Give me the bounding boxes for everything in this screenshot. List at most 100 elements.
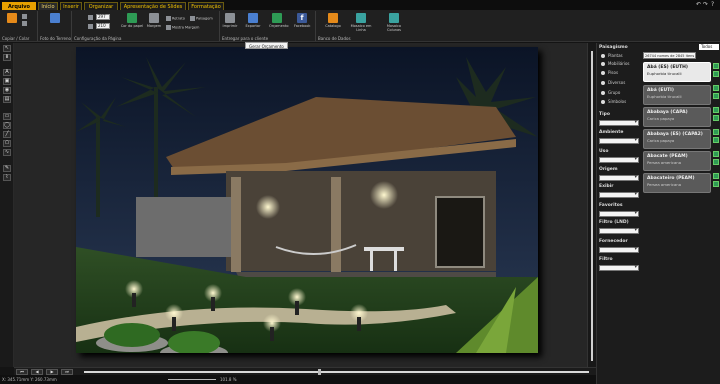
library-item[interactable]: Ababaya (ES) (CAPA2) Carica papaya xyxy=(643,129,711,149)
mosaic-columns-button[interactable]: Mosaico Colunas xyxy=(380,13,408,32)
brush-tool-icon[interactable]: ⌇ xyxy=(3,174,11,181)
select-arrow-icon[interactable]: ↖ xyxy=(3,45,11,52)
text-tool-icon[interactable]: A xyxy=(3,69,11,76)
tab-arquivo[interactable]: Arquivo xyxy=(2,2,36,10)
zoom-slider[interactable] xyxy=(168,379,216,380)
info-item-icon[interactable] xyxy=(713,115,719,121)
group-label-copiar: Copiar / Colar xyxy=(2,36,30,41)
tab-inicio[interactable]: Início xyxy=(38,2,58,10)
horizontal-scrollbar[interactable]: ⏮ ◀ ▶ ⏭ xyxy=(14,367,596,375)
mosaic-row-button[interactable]: Mosaico em Linha xyxy=(348,13,374,32)
category-diversos[interactable]: Diversos xyxy=(601,80,625,85)
garden-scene-illustration xyxy=(76,47,538,353)
category-mobiliarios[interactable]: Mobiliários xyxy=(601,61,630,66)
terrain-photo-button[interactable] xyxy=(47,13,63,24)
filter-origem-select[interactable] xyxy=(599,174,639,181)
library-item[interactable]: Abá (EUTI) Euphorbia tirucalli xyxy=(643,85,711,105)
line-tool-icon[interactable]: ╱ xyxy=(3,131,11,138)
category-label: Pisos xyxy=(608,70,619,75)
image-tool-icon[interactable]: ▣ xyxy=(3,78,11,85)
margin-button[interactable]: Margem xyxy=(146,13,162,28)
group-label-foto: Foto do Terreno xyxy=(40,36,71,41)
filter-filtro-select[interactable] xyxy=(599,264,639,271)
paste-button[interactable] xyxy=(4,13,20,24)
search-results-field[interactable]: 26744 nomes de 2845 itens ... xyxy=(643,52,696,59)
filter-fornecedor-select[interactable] xyxy=(599,246,639,253)
tab-formatacao[interactable]: Formatação xyxy=(188,2,224,10)
page-width-input[interactable]: 297 xyxy=(96,14,110,20)
eraser-tool-icon[interactable]: ▤ xyxy=(3,96,11,103)
library-item[interactable]: Ababaya (CAPA) Carica papaya xyxy=(643,107,711,127)
terrain-tool-icon[interactable]: ◉ xyxy=(3,87,11,94)
down-arrow-icon[interactable]: ⬇ xyxy=(3,54,11,61)
library-item[interactable]: Abá (ES) (EUTH) Euphorbia tirucalli xyxy=(643,62,711,82)
group-banco-dados: Catalogo Mosaico em Linha Mosaico Coluna… xyxy=(316,11,416,41)
add-item-icon[interactable] xyxy=(713,129,719,135)
info-item-icon[interactable] xyxy=(713,181,719,187)
add-item-icon[interactable] xyxy=(713,151,719,157)
category-simbolos[interactable]: Símbolos xyxy=(601,99,626,104)
help-icon[interactable]: ? xyxy=(711,1,714,8)
add-item-icon[interactable] xyxy=(713,63,719,69)
library-item-scientific: Persea americana xyxy=(647,182,682,187)
facebook-icon: f xyxy=(297,13,307,23)
radio-icon xyxy=(601,71,605,75)
page-height-input[interactable]: 210 xyxy=(96,23,110,29)
vertical-scroll-track[interactable] xyxy=(591,51,593,361)
portrait-option[interactable]: Retrato xyxy=(166,16,185,21)
filter-ambiente-select[interactable] xyxy=(599,137,639,144)
copy-icon[interactable] xyxy=(22,21,28,26)
radio-icon xyxy=(601,54,605,58)
horizontal-scroll-track[interactable] xyxy=(84,371,589,373)
paper-color-button[interactable]: Cor do papel xyxy=(120,13,144,28)
category-label: Plantas xyxy=(608,53,623,58)
catalog-button[interactable]: Catalogo xyxy=(325,13,341,28)
filter-exibir-label: Exibir xyxy=(599,184,614,189)
pencil-tool-icon[interactable]: ✎ xyxy=(3,165,11,172)
print-button[interactable]: Imprimir xyxy=(222,13,238,28)
filter-favoritos-select[interactable] xyxy=(599,210,639,217)
drawing-canvas[interactable] xyxy=(14,43,596,367)
ellipse-tool-icon[interactable]: ◯ xyxy=(3,122,11,129)
filter-tipo-label: Tipo xyxy=(599,112,610,117)
garden-render-image[interactable] xyxy=(76,47,538,353)
margin-label: Margem xyxy=(146,24,162,28)
tab-apresentacao[interactable]: Apresentação de Slides xyxy=(120,2,186,10)
undo-icon[interactable]: ↶ xyxy=(696,1,701,8)
filter-uso-select[interactable] xyxy=(599,156,639,163)
show-margin-option[interactable]: Mostra Margem xyxy=(166,25,199,30)
add-item-icon[interactable] xyxy=(713,85,719,91)
library-item[interactable]: Abacate (PEAM) Persea americana xyxy=(643,151,711,171)
tab-inserir[interactable]: Inserir xyxy=(60,2,82,10)
rectangle-tool-icon[interactable]: ▭ xyxy=(3,113,11,120)
filter-tipo-select[interactable] xyxy=(599,119,639,126)
info-item-icon[interactable] xyxy=(713,93,719,99)
budget-button[interactable]: Orçamento xyxy=(269,13,289,28)
add-item-icon[interactable] xyxy=(713,173,719,179)
library-item[interactable]: Abacateiro (PEAM) Persea americana xyxy=(643,173,711,193)
curve-tool-icon[interactable]: ∿ xyxy=(3,149,11,156)
vertical-scrollbar[interactable] xyxy=(587,43,596,367)
info-item-icon[interactable] xyxy=(713,159,719,165)
budget-label: Orçamento xyxy=(269,24,289,28)
redo-icon[interactable]: ↷ xyxy=(703,1,708,8)
category-pisos[interactable]: Pisos xyxy=(601,70,618,75)
filter-uso-label: Uso xyxy=(599,149,609,154)
filter-lnd-select[interactable] xyxy=(599,227,639,234)
filter-all-dropdown[interactable]: Todos xyxy=(699,44,719,50)
polygon-tool-icon[interactable]: ⬠ xyxy=(3,140,11,147)
filter-exibir-select[interactable] xyxy=(599,191,639,198)
info-item-icon[interactable] xyxy=(713,137,719,143)
group-foto-terreno: Foto do Terreno xyxy=(38,11,72,41)
cut-icon[interactable] xyxy=(22,14,28,19)
tab-organizar[interactable]: Organizar xyxy=(84,2,118,10)
info-item-icon[interactable] xyxy=(713,71,719,77)
group-label-banco: Banco de Dados xyxy=(318,36,351,41)
print-label: Imprimir xyxy=(222,24,238,28)
category-plantas[interactable]: Plantas xyxy=(601,53,623,58)
landscape-option[interactable]: Paisagem xyxy=(190,16,213,21)
category-grupo[interactable]: Grupo xyxy=(601,90,620,95)
export-button[interactable]: Exportar xyxy=(245,13,261,28)
facebook-button[interactable]: f Facebook xyxy=(294,13,310,28)
add-item-icon[interactable] xyxy=(713,107,719,113)
